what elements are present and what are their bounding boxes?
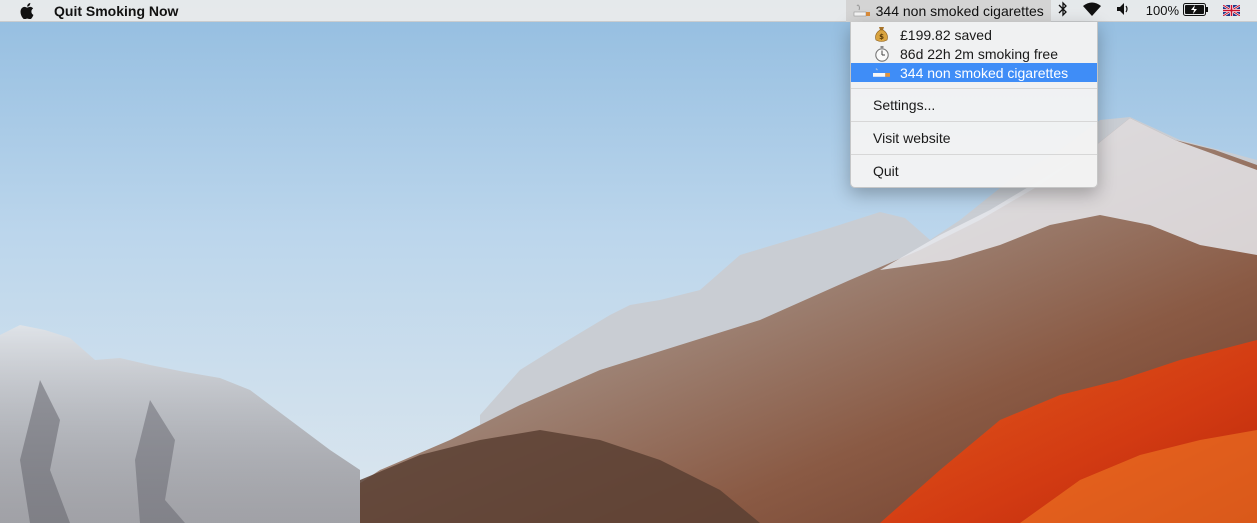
visit-website-label: Visit website <box>873 129 951 146</box>
volume-status-item[interactable] <box>1109 0 1139 22</box>
menu-item-visit-website[interactable]: Visit website <box>851 127 1097 148</box>
time-smoke-free-label: 86d 22h 2m smoking free <box>900 45 1058 62</box>
menu-bar: Quit Smoking Now 344 non smoked cigarett… <box>0 0 1257 22</box>
non-smoked-cigarettes-label: 344 non smoked cigarettes <box>900 64 1069 81</box>
quit-smoking-status-item[interactable]: 344 non smoked cigarettes <box>845 0 1051 22</box>
wifi-icon <box>1082 2 1102 20</box>
wifi-status-item[interactable] <box>1075 0 1109 22</box>
quit-smoking-dropdown-menu: $ £199.82 saved 86d 22h 2m smoking free <box>850 22 1098 188</box>
menu-separator <box>851 121 1097 122</box>
uk-flag-icon <box>1222 3 1241 19</box>
quit-label: Quit <box>873 162 899 179</box>
input-source-status-item[interactable] <box>1216 0 1247 22</box>
apple-icon[interactable] <box>20 2 36 20</box>
bluetooth-status-item[interactable] <box>1051 0 1075 22</box>
menu-separator <box>851 154 1097 155</box>
stopwatch-icon <box>873 45 890 62</box>
svg-text:$: $ <box>879 33 884 41</box>
menu-item-non-smoked-cigarettes[interactable]: 344 non smoked cigarettes <box>851 63 1097 82</box>
menu-separator <box>851 88 1097 89</box>
battery-percent: 100% <box>1145 3 1179 18</box>
menu-item-time-smoke-free[interactable]: 86d 22h 2m smoking free <box>851 44 1097 63</box>
settings-label: Settings... <box>873 96 936 113</box>
menu-item-money-saved[interactable]: $ £199.82 saved <box>851 25 1097 44</box>
status-item-label: 344 non smoked cigarettes <box>875 2 1044 19</box>
battery-charging-icon <box>1183 2 1209 19</box>
menu-item-settings[interactable]: Settings... <box>851 94 1097 115</box>
volume-icon <box>1116 2 1132 19</box>
desktop: Quit Smoking Now 344 non smoked cigarett… <box>0 0 1257 523</box>
cigarette-icon <box>853 4 871 18</box>
menu-item-quit[interactable]: Quit <box>851 160 1097 181</box>
app-menu-name[interactable]: Quit Smoking Now <box>54 3 178 19</box>
battery-status-item[interactable]: 100% <box>1139 0 1216 22</box>
bluetooth-icon <box>1058 1 1068 20</box>
cigarette-icon <box>873 64 890 81</box>
money-bag-icon: $ <box>873 26 890 43</box>
money-saved-label: £199.82 saved <box>900 26 992 43</box>
